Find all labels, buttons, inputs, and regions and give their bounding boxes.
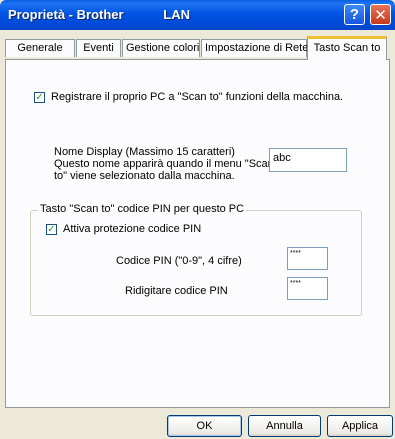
display-name-label: Nome Display (Massimo 15 caratteri) (54, 146, 235, 158)
tab-impostazione-di-rete[interactable]: Impostazione di Rete (201, 39, 308, 57)
ok-button[interactable]: OK (167, 415, 242, 437)
tab-strip: Generale Eventi Gestione colori Impostaz… (5, 36, 390, 60)
display-name-hint-line1: Questo nome apparirà quando il menu "Sca… (54, 158, 274, 170)
pin-group-title: Tasto "Scan to" codice PIN per questo PC (38, 203, 247, 215)
pin-retype-input[interactable]: **** (287, 277, 328, 300)
cancel-button[interactable]: Annulla (248, 415, 321, 437)
apply-button[interactable]: Applica (327, 415, 393, 437)
tab-eventi[interactable]: Eventi (76, 39, 121, 57)
tab-generale[interactable]: Generale (5, 39, 75, 57)
register-label: Registrare il proprio PC a "Scan to" fun… (51, 91, 344, 103)
close-button[interactable]: ✕ (370, 4, 391, 25)
pin-protection-checkbox[interactable]: ✓ (46, 224, 57, 235)
close-icon: ✕ (374, 6, 387, 24)
display-name-input[interactable]: abc (269, 148, 347, 172)
window-title: Proprietà - Brother LAN (8, 7, 191, 22)
help-button[interactable]: ? (344, 4, 365, 25)
pin-protection-label: Attiva protezione codice PIN (63, 223, 202, 235)
display-name-hint-line2: to" viene selezionato dalla macchina. (54, 170, 235, 182)
checkmark-icon: ✓ (47, 224, 56, 235)
checkmark-icon: ✓ (35, 92, 44, 103)
register-checkbox[interactable]: ✓ (34, 92, 45, 103)
tab-gestione-colori[interactable]: Gestione colori (122, 39, 200, 57)
pin-code-input[interactable]: **** (287, 247, 328, 270)
pin-code-label: Codice PIN ("0-9", 4 cifre) (116, 255, 242, 267)
tab-tasto-scan-to[interactable]: Tasto Scan to (307, 36, 387, 60)
help-icon: ? (349, 6, 360, 23)
properties-window: Proprietà - Brother LAN ? ✕ Generale Eve… (0, 0, 395, 439)
pin-retype-label: Ridigitare codice PIN (125, 285, 228, 297)
title-bar[interactable]: Proprietà - Brother LAN ? ✕ (0, 0, 395, 30)
